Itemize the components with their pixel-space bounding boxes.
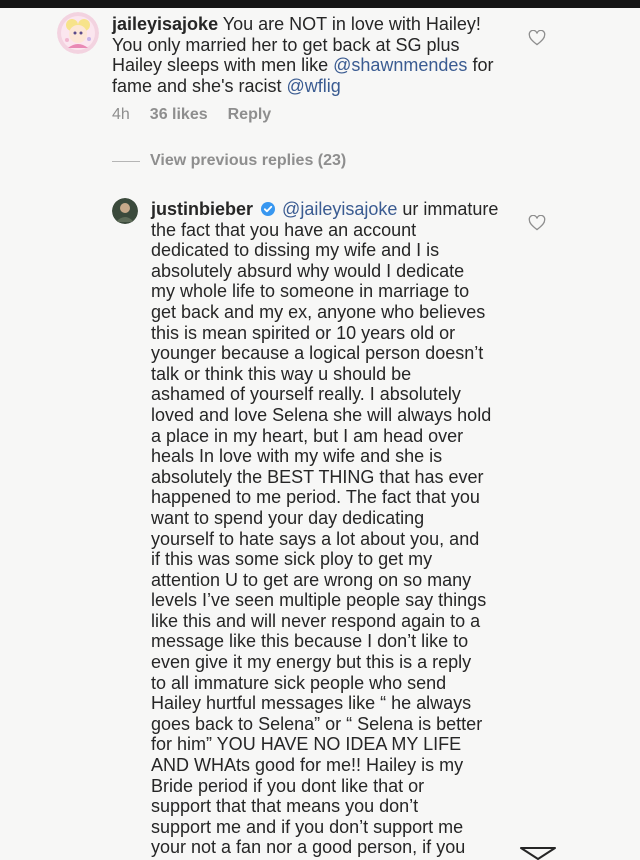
comment-line: You are NOT in love with Hailey!: [218, 14, 481, 34]
heart-outline-icon[interactable]: [528, 215, 546, 231]
mention-link[interactable]: @jaileyisajoke: [282, 199, 397, 219]
comment-line: You only married her to get back at SG p…: [112, 34, 460, 55]
likes-count[interactable]: 36 likes: [150, 106, 208, 123]
avatar-image: [112, 198, 138, 224]
reply-line: absolutely absurd why would I dedicate: [151, 260, 465, 281]
reply-line: happened to me period. The fact that you: [151, 487, 480, 508]
reply-username[interactable]: justinbieber: [151, 199, 253, 219]
reply-line: support me and if you don’t support me: [151, 816, 464, 837]
verified-badge-icon: [261, 202, 276, 216]
reply-line: if this was some sick ploy to get my: [151, 549, 433, 570]
comment-line: fame and she's racist: [112, 75, 287, 96]
reply-line: get back and my ex, anyone who believes: [151, 301, 486, 322]
mention-link[interactable]: @shawnmendes: [333, 55, 467, 75]
reply-line: Bride period if you dont like that or: [151, 775, 425, 796]
reply-line: dedicated to dissing my wife and I is: [151, 240, 440, 261]
reply-line: ur immature: [397, 199, 499, 219]
comment-meta: 4h 36 likes Reply: [112, 106, 291, 124]
reply-text: justinbieber @jaileyisajoke ur immature …: [151, 199, 531, 858]
reply-line: message like this because I don’t like t…: [151, 631, 469, 652]
reply-line: support that that means you don’t: [151, 796, 419, 817]
reply-line: AND WHAts good for me!! Hailey is my: [151, 755, 464, 776]
comment-line: Hailey sleeps with men like: [112, 55, 334, 76]
reply-button[interactable]: Reply: [228, 106, 272, 123]
comment-username[interactable]: jaileyisajoke: [112, 14, 218, 34]
reply-line: levels I’ve seen multiple people say thi…: [151, 590, 487, 611]
reply-line: to all immature sick people who send: [151, 672, 447, 693]
heart-outline-icon[interactable]: [528, 30, 546, 46]
comment-time: 4h: [112, 106, 130, 123]
reply-line: a place in my heart, but I am head over: [151, 425, 464, 446]
reply-line: Hailey hurtful messages like “ he always: [151, 693, 472, 714]
comment-line: for: [467, 55, 494, 76]
reply-line: absolutely the BEST THING that has ever: [151, 466, 484, 487]
avatar-image: [57, 12, 99, 54]
view-previous-label: View previous replies (23): [150, 152, 347, 169]
reply-line: yourself to hate says a lot about you, a…: [151, 528, 480, 549]
reply-justinbieber: justinbieber @jaileyisajoke ur immature …: [0, 190, 640, 858]
mention-link[interactable]: @wflig: [287, 76, 341, 96]
reply-line: like this and will never respond again t…: [151, 610, 481, 631]
reply-line: attention U to get are wrong on so many: [151, 569, 472, 590]
comment-text: jaileyisajoke You are NOT in love with H…: [112, 14, 512, 96]
view-previous-replies[interactable]: View previous replies (23): [112, 151, 346, 171]
reply-line: ashamed of yourself really. I absolutely: [151, 384, 461, 405]
reply-line: even give it my energy but this is a rep…: [151, 652, 472, 673]
reply-line: want to spend your day dedicating: [151, 507, 425, 528]
avatar[interactable]: [112, 198, 138, 224]
reply-line: this is mean spirited or 10 years old or: [151, 322, 456, 343]
divider-line: [112, 160, 140, 162]
reply-line: goes back to Selena” or “ Selena is bett…: [151, 713, 483, 734]
comment-jaileyisajoke: jaileyisajoke You are NOT in love with H…: [0, 0, 640, 140]
reply-line: for him” YOU HAVE NO IDEA MY LIFE: [151, 734, 462, 755]
reply-line: loved and love Selena she will always ho…: [151, 404, 492, 425]
reply-line: younger because a logical person doesn’t: [151, 343, 484, 364]
avatar[interactable]: [57, 12, 99, 54]
reply-line: your not a fan nor a good person, if you: [151, 837, 466, 858]
reply-line: my whole life to someone in marriage to: [151, 281, 470, 302]
reply-line: talk or think this way u should be: [151, 363, 412, 384]
reply-line: the fact that you have an account: [151, 219, 417, 240]
reply-line: heals In love with my wife and she is: [151, 446, 443, 467]
